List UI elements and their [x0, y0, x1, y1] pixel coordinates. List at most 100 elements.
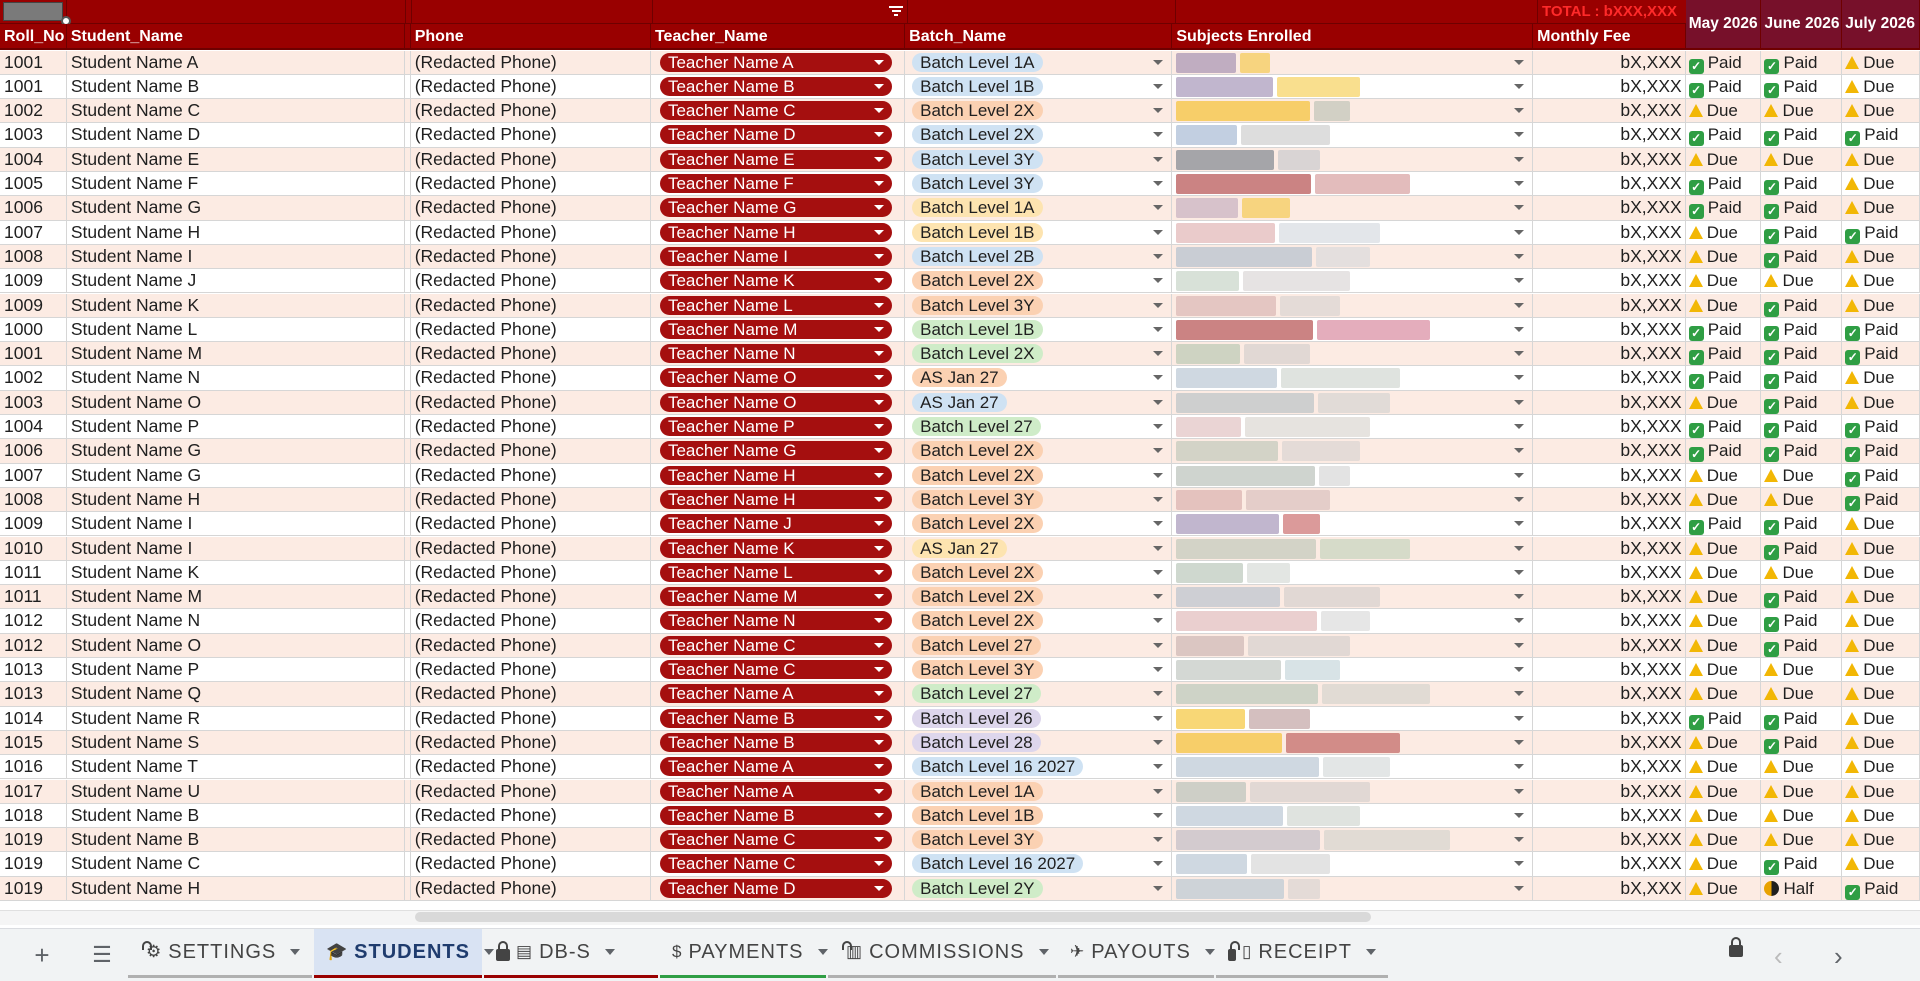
subjects-cell[interactable]: [1172, 658, 1534, 683]
student-name-cell[interactable]: Student Name N: [66, 609, 405, 634]
june-status-cell[interactable]: ✓ Paid: [1761, 536, 1843, 561]
may-status-cell[interactable]: Due: [1685, 633, 1762, 658]
dropdown-arrow-icon[interactable]: [1514, 83, 1525, 89]
batch-cell[interactable]: Batch Level 3Y: [905, 487, 1173, 513]
monthly-fee-cell[interactable]: bX,XXX: [1533, 172, 1686, 197]
dropdown-arrow-icon[interactable]: [1153, 229, 1164, 235]
subjects-cell[interactable]: [1172, 196, 1534, 221]
dropdown-arrow-icon[interactable]: [1514, 326, 1525, 332]
may-status-cell[interactable]: ✓ Paid: [1685, 415, 1762, 440]
batch-cell[interactable]: Batch Level 2X: [905, 609, 1173, 634]
july-status-cell[interactable]: ✓ Paid: [1842, 439, 1920, 464]
may-status-cell[interactable]: Due: [1685, 536, 1762, 561]
teacher-dropdown-chip[interactable]: Teacher Name H: [659, 465, 892, 485]
teacher-dropdown-chip[interactable]: Teacher Name L: [659, 562, 892, 582]
may-status-cell[interactable]: Due: [1685, 244, 1762, 270]
teacher-dropdown-chip[interactable]: Teacher Name K: [659, 271, 892, 291]
monthly-fee-cell[interactable]: bX,XXX: [1533, 50, 1686, 75]
phone-cell[interactable]: (Redacted Phone): [410, 196, 651, 221]
monthly-fee-cell[interactable]: bX,XXX: [1533, 147, 1686, 172]
teacher-dropdown-chip[interactable]: Teacher Name M: [659, 319, 892, 339]
may-status-cell[interactable]: Due: [1685, 682, 1762, 707]
subjects-cell[interactable]: [1172, 828, 1534, 853]
dropdown-arrow-icon[interactable]: [1514, 108, 1525, 114]
dropdown-arrow-icon[interactable]: [1153, 715, 1164, 721]
subjects-cell[interactable]: [1172, 633, 1534, 658]
teacher-cell[interactable]: Teacher Name D: [650, 123, 906, 148]
dropdown-arrow-icon[interactable]: [1153, 691, 1164, 697]
july-status-cell[interactable]: Due: [1842, 779, 1920, 804]
roll-cell[interactable]: 1001: [0, 74, 67, 100]
dropdown-arrow-icon[interactable]: [1514, 496, 1525, 502]
teacher-dropdown-chip[interactable]: Teacher Name A: [659, 781, 892, 801]
roll-cell[interactable]: 1009: [0, 512, 67, 537]
dropdown-arrow-icon[interactable]: [1514, 472, 1525, 478]
dropdown-arrow-icon[interactable]: [1153, 569, 1164, 575]
june-status-cell[interactable]: ✓ Paid: [1761, 293, 1843, 318]
monthly-fee-cell[interactable]: bX,XXX: [1533, 293, 1686, 318]
teacher-dropdown-chip[interactable]: Teacher Name F: [659, 174, 892, 193]
dropdown-arrow-icon[interactable]: [1153, 302, 1164, 308]
batch-cell[interactable]: Batch Level 16 2027: [905, 852, 1173, 877]
teacher-dropdown-chip[interactable]: Teacher Name B: [659, 708, 892, 728]
may-status-cell[interactable]: Due: [1685, 269, 1762, 294]
july-status-cell[interactable]: Due: [1842, 633, 1920, 658]
dropdown-arrow-icon[interactable]: [1514, 715, 1525, 721]
may-status-cell[interactable]: ✓ Paid: [1685, 342, 1762, 367]
student-name-cell[interactable]: Student Name G: [66, 196, 405, 221]
dropdown-arrow-icon[interactable]: [1514, 302, 1525, 308]
june-status-cell[interactable]: ✓ Paid: [1761, 342, 1843, 367]
july-status-cell[interactable]: Due: [1842, 269, 1920, 294]
batch-cell[interactable]: Batch Level 2X: [905, 512, 1173, 537]
filter-icon[interactable]: [889, 4, 903, 16]
student-name-cell[interactable]: Student Name O: [66, 633, 405, 658]
june-status-cell[interactable]: ✓ Paid: [1761, 317, 1843, 343]
tab-payments[interactable]: $ PAYMENTS: [660, 929, 828, 978]
roll-cell[interactable]: 1002: [0, 99, 67, 124]
monthly-fee-cell[interactable]: bX,XXX: [1533, 852, 1686, 877]
phone-cell[interactable]: (Redacted Phone): [410, 244, 651, 270]
phone-cell[interactable]: (Redacted Phone): [410, 463, 651, 488]
phone-cell[interactable]: (Redacted Phone): [410, 585, 651, 610]
col-header-phone[interactable]: Phone: [410, 24, 651, 50]
dropdown-arrow-icon[interactable]: [1153, 253, 1164, 259]
phone-cell[interactable]: (Redacted Phone): [410, 730, 651, 756]
subjects-cell[interactable]: [1172, 415, 1534, 440]
dropdown-arrow-icon[interactable]: [1153, 399, 1164, 405]
dropdown-arrow-icon[interactable]: [1153, 521, 1164, 527]
july-status-cell[interactable]: Due: [1842, 828, 1920, 853]
roll-cell[interactable]: 1004: [0, 147, 67, 172]
phone-cell[interactable]: (Redacted Phone): [410, 293, 651, 318]
may-status-cell[interactable]: ✓ Paid: [1685, 172, 1762, 197]
june-status-cell[interactable]: ✓ Paid: [1761, 244, 1843, 270]
teacher-cell[interactable]: Teacher Name L: [650, 293, 906, 318]
teacher-cell[interactable]: Teacher Name K: [650, 536, 906, 561]
dropdown-arrow-icon[interactable]: [1514, 253, 1525, 259]
chevron-down-icon[interactable]: [1038, 949, 1049, 955]
june-status-cell[interactable]: Due: [1761, 682, 1843, 707]
july-status-cell[interactable]: ✓ Paid: [1842, 487, 1920, 513]
phone-cell[interactable]: (Redacted Phone): [410, 439, 651, 464]
teacher-dropdown-chip[interactable]: Teacher Name C: [659, 830, 892, 850]
monthly-fee-cell[interactable]: bX,XXX: [1533, 390, 1686, 415]
monthly-fee-cell[interactable]: bX,XXX: [1533, 633, 1686, 658]
phone-cell[interactable]: (Redacted Phone): [410, 828, 651, 853]
student-name-cell[interactable]: Student Name D: [66, 123, 405, 148]
july-status-cell[interactable]: Due: [1842, 585, 1920, 610]
teacher-cell[interactable]: Teacher Name P: [650, 415, 906, 440]
batch-cell[interactable]: Batch Level 1A: [905, 196, 1173, 221]
monthly-fee-cell[interactable]: bX,XXX: [1533, 536, 1686, 561]
dropdown-arrow-icon[interactable]: [1514, 205, 1525, 211]
may-status-cell[interactable]: Due: [1685, 876, 1762, 901]
student-name-cell[interactable]: Student Name L: [66, 317, 405, 343]
roll-cell[interactable]: 1016: [0, 755, 67, 780]
may-status-cell[interactable]: ✓ Paid: [1685, 74, 1762, 100]
monthly-fee-cell[interactable]: bX,XXX: [1533, 269, 1686, 294]
may-status-cell[interactable]: Due: [1685, 730, 1762, 756]
dropdown-arrow-icon[interactable]: [1514, 667, 1525, 672]
roll-cell[interactable]: 1008: [0, 487, 67, 513]
teacher-cell[interactable]: Teacher Name C: [650, 658, 906, 683]
batch-cell[interactable]: Batch Level 2X: [905, 560, 1173, 586]
student-name-cell[interactable]: Student Name C: [66, 99, 405, 124]
horizontal-scrollbar[interactable]: [415, 912, 1371, 922]
